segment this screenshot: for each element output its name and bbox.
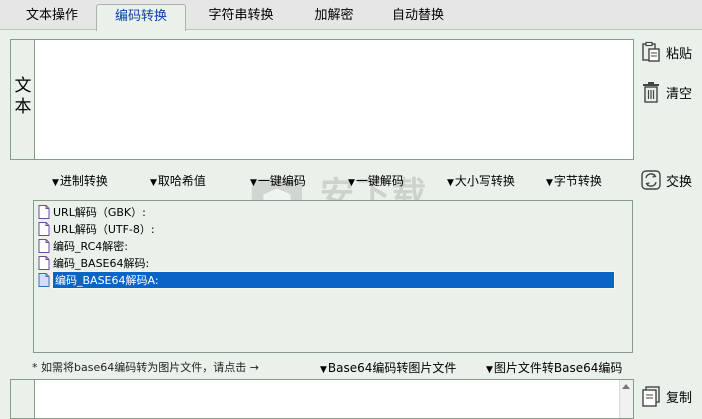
- output-panel: [10, 379, 634, 419]
- trash-icon: [643, 82, 659, 103]
- list-item[interactable]: 编码_BASE64解码:: [38, 254, 149, 271]
- swap-icon: [641, 170, 661, 190]
- tab-encrypt[interactable]: 加解密: [304, 4, 364, 30]
- base64-to-image-button[interactable]: ▼Base64编码转图片文件: [320, 359, 456, 376]
- dropdown-one-click-encode[interactable]: ▼一键编码: [250, 172, 306, 189]
- swap-label: 交换: [666, 174, 693, 190]
- paste-label: 粘贴: [666, 46, 693, 62]
- paste-button[interactable]: 粘贴: [640, 40, 692, 64]
- document-icon: [38, 272, 50, 287]
- tab-string-convert[interactable]: 字符串转换: [198, 4, 284, 30]
- document-icon: [38, 221, 50, 236]
- image-to-base64-button[interactable]: ▼图片文件转Base64编码: [486, 359, 622, 376]
- tab-bar: 文本操作 编码转换 字符串转换 加解密 自动替换: [0, 0, 702, 31]
- text-panel: 文本: [10, 39, 634, 160]
- tab-encoding[interactable]: 编码转换: [96, 4, 186, 31]
- text-label-column: 文本: [11, 40, 35, 159]
- copy-label: 复制: [666, 390, 693, 406]
- document-icon: [38, 255, 50, 270]
- result-list[interactable]: URL解码（GBK）: URL解码（UTF-8）: 编码_RC4解密: 编码_B…: [33, 200, 633, 353]
- document-icon: [38, 204, 50, 219]
- tab-auto-replace[interactable]: 自动替换: [380, 4, 456, 30]
- list-item[interactable]: URL解码（GBK）:: [38, 203, 146, 220]
- dropdown-case-convert[interactable]: ▼大小写转换: [447, 172, 515, 189]
- scroll-up-arrow-icon[interactable]: [622, 384, 630, 389]
- copy-button[interactable]: 复制: [640, 384, 692, 408]
- output-scrollbar[interactable]: [619, 380, 633, 418]
- list-item[interactable]: URL解码（UTF-8）:: [38, 220, 155, 237]
- output-text[interactable]: [36, 380, 618, 418]
- tab-text-ops[interactable]: 文本操作: [14, 4, 90, 30]
- dropdown-byte-convert[interactable]: ▼字节转换: [546, 172, 602, 189]
- clear-button[interactable]: 清空: [640, 80, 692, 104]
- list-item-selected[interactable]: 编码_BASE64解码A:: [38, 270, 615, 289]
- output-label-column: [11, 380, 35, 418]
- swap-button[interactable]: 交换: [640, 168, 692, 192]
- clear-label: 清空: [666, 86, 693, 102]
- document-icon: [38, 238, 50, 253]
- dropdown-one-click-decode[interactable]: ▼一键解码: [348, 172, 404, 189]
- base64-hint: * 如需将base64编码转为图片文件，请点击 →: [32, 361, 259, 374]
- dropdown-hash[interactable]: ▼取哈希值: [150, 172, 206, 189]
- text-input[interactable]: [36, 40, 633, 159]
- copy-icon: [642, 386, 660, 407]
- clipboard-icon: [642, 41, 660, 62]
- text-label: 文本: [14, 76, 32, 117]
- dropdown-radix[interactable]: ▼进制转换: [52, 172, 108, 189]
- list-item[interactable]: 编码_RC4解密:: [38, 237, 128, 254]
